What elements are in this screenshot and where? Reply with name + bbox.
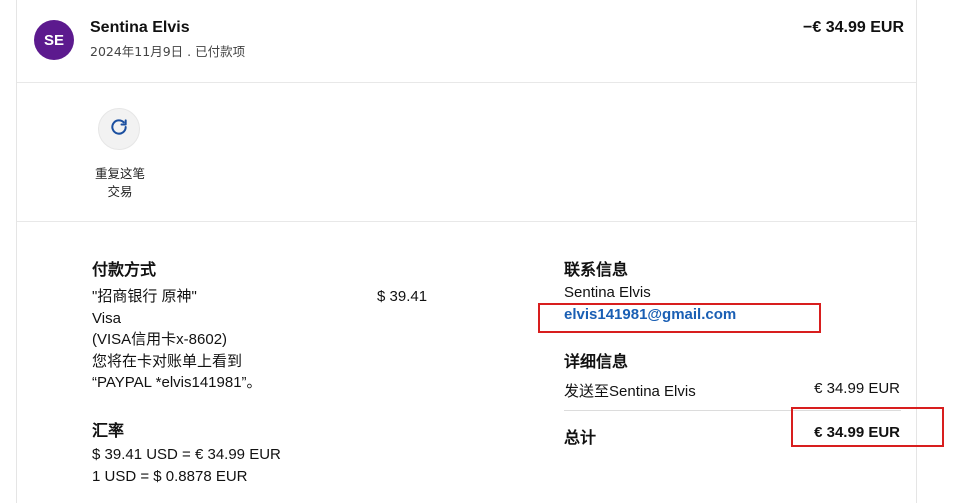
payment-line: "招商银行 原神" xyxy=(92,288,197,305)
exchange-rate-line: 1 USD = $ 0.8878 EUR xyxy=(92,468,248,485)
payment-method-heading: 付款方式 xyxy=(92,260,157,279)
transaction-amount: −€ 34.99 EUR xyxy=(803,19,904,36)
payment-line: 您将在卡对账单上看到 xyxy=(92,352,243,370)
payment-line: (VISA信用卡x-8602) xyxy=(92,331,228,348)
sent-to-amount: € 34.99 EUR xyxy=(814,380,900,397)
payment-line: “PAYPAL *elvis141981”。 xyxy=(92,374,262,391)
repeat-transaction-label[interactable]: 重复这笔 交易 xyxy=(85,165,155,201)
header-divider xyxy=(17,82,916,83)
total-label: 总计 xyxy=(564,428,597,447)
repeat-label-line1: 重复这笔 xyxy=(94,166,145,181)
contact-name: Sentina Elvis xyxy=(564,284,651,301)
total-amount: € 34.99 EUR xyxy=(814,424,900,441)
details-heading: 详细信息 xyxy=(564,352,629,371)
repeat-label-line2: 交易 xyxy=(107,184,133,199)
repeat-transaction-button[interactable] xyxy=(98,108,140,150)
payment-method-details: "招商银行 原神" Visa (VISA信用卡x-8602) 您将在卡对账单上看… xyxy=(92,286,262,394)
payment-line: Visa xyxy=(92,309,121,327)
exchange-rate-line: $ 39.41 USD = € 34.99 EUR xyxy=(92,446,281,463)
avatar: SE xyxy=(34,20,74,60)
contact-email-link[interactable]: elvis141981@gmail.com xyxy=(564,306,736,323)
section-divider xyxy=(17,221,916,222)
details-divider xyxy=(564,410,901,411)
exchange-rate-heading: 汇率 xyxy=(92,421,125,440)
payment-amount: $ 39.41 xyxy=(377,288,428,305)
refresh-icon xyxy=(109,117,129,141)
transaction-detail-card: SE Sentina Elvis 2024年11月9日 . 已付款项 −€ 34… xyxy=(16,0,917,503)
transaction-date-status: 2024年11月9日 . 已付款项 xyxy=(90,44,246,59)
sent-to-label: 发送至Sentina Elvis xyxy=(564,383,696,400)
contact-info-heading: 联系信息 xyxy=(564,260,629,279)
payee-name: Sentina Elvis xyxy=(90,19,190,36)
